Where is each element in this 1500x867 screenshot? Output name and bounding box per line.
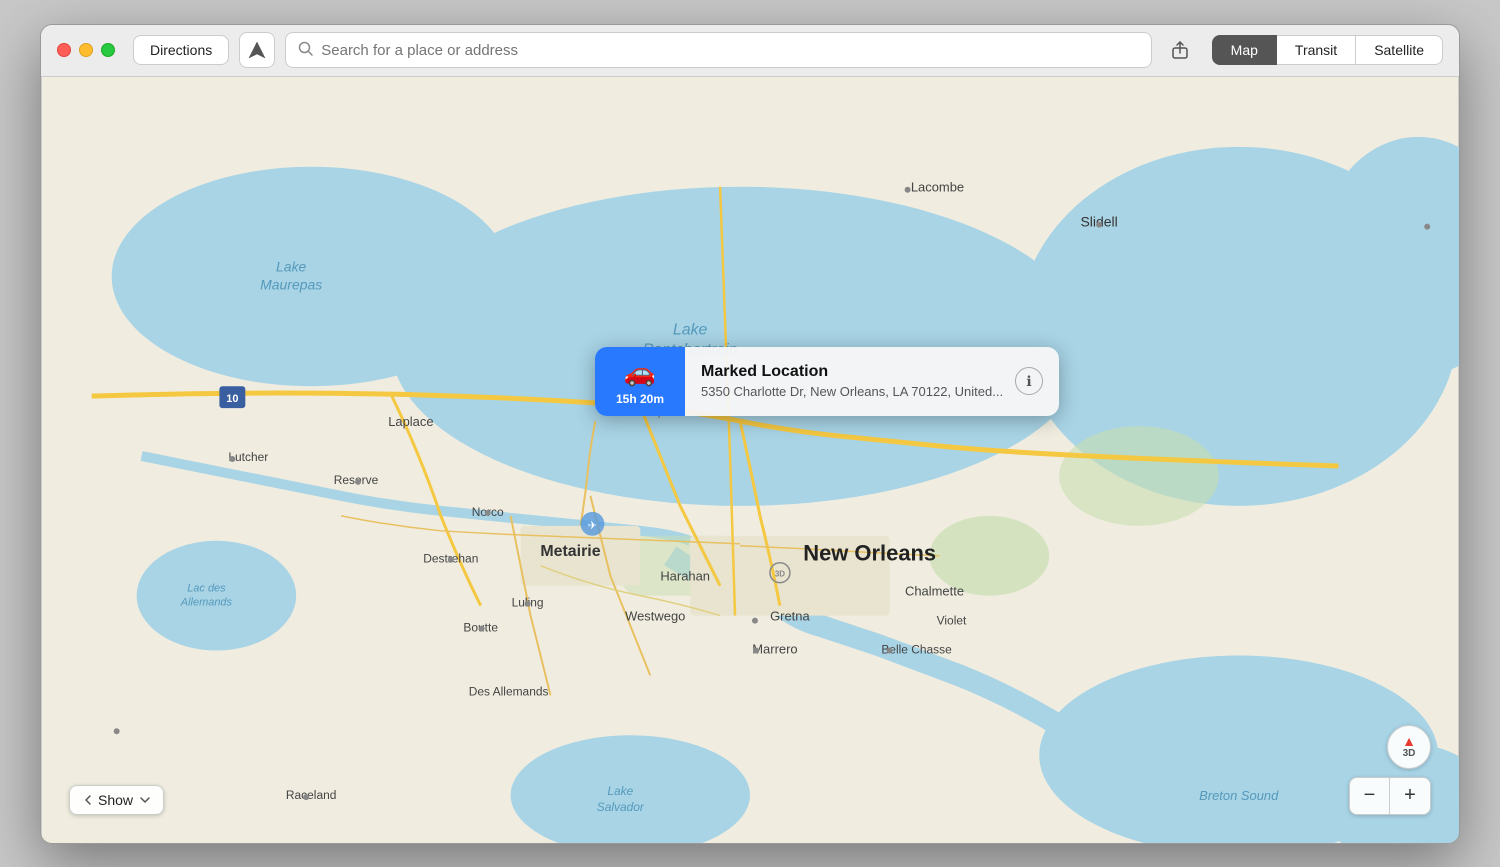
location-arrow-icon (248, 41, 266, 59)
svg-text:Lake: Lake (673, 321, 708, 338)
3d-label: 3D (1403, 749, 1416, 759)
search-input[interactable] (321, 42, 1138, 59)
current-location-button[interactable] (239, 32, 275, 68)
show-dropdown-container: Show (69, 785, 164, 815)
zoom-controls: − + (1349, 777, 1431, 815)
titlebar: Directions Map Transit (41, 25, 1459, 77)
svg-text:Gretna: Gretna (770, 608, 810, 623)
svg-text:Lake: Lake (607, 784, 633, 798)
map-view-tabs: Map Transit Satellite (1212, 35, 1443, 65)
svg-text:✈: ✈ (588, 519, 597, 531)
show-label: Show (98, 792, 133, 808)
map-controls: ▲ 3D − + (1349, 725, 1431, 815)
maximize-button[interactable] (101, 43, 115, 57)
popup-duration-card: 🚗 15h 20m (595, 347, 685, 416)
show-dropdown-button[interactable]: Show (69, 785, 164, 815)
svg-text:10: 10 (226, 393, 238, 405)
location-popup: 🚗 15h 20m Marked Location 5350 Charlotte… (595, 347, 1059, 416)
svg-text:Metairie: Metairie (540, 542, 600, 559)
svg-text:Allemands: Allemands (180, 596, 233, 608)
traffic-lights (57, 43, 115, 57)
3d-compass-button[interactable]: ▲ 3D (1387, 725, 1431, 769)
svg-text:Laplace: Laplace (388, 414, 433, 429)
popup-details: Marked Location 5350 Charlotte Dr, New O… (701, 363, 1003, 399)
popup-address: 5350 Charlotte Dr, New Orleans, LA 70122… (701, 384, 1003, 399)
svg-text:Lacombe: Lacombe (911, 179, 964, 194)
svg-text:Lake: Lake (276, 258, 306, 274)
tab-map[interactable]: Map (1212, 35, 1277, 65)
map-container[interactable]: 10 ✈ 3D New Orleans Metairie Harahan Wes… (41, 77, 1459, 843)
close-button[interactable] (57, 43, 71, 57)
popup-info-button[interactable]: ℹ (1015, 367, 1043, 395)
show-chevron-down-icon (139, 796, 151, 804)
zoom-in-button[interactable]: + (1390, 778, 1430, 814)
car-icon: 🚗 (624, 357, 656, 388)
svg-text:Harahan: Harahan (660, 568, 710, 583)
tab-satellite[interactable]: Satellite (1356, 35, 1443, 65)
tab-transit[interactable]: Transit (1277, 35, 1356, 65)
svg-text:Salvador: Salvador (597, 800, 645, 814)
svg-text:New Orleans: New Orleans (803, 540, 936, 565)
popup-title: Marked Location (701, 363, 1003, 381)
svg-text:Maurepas: Maurepas (260, 276, 322, 292)
svg-text:Chalmette: Chalmette (905, 583, 964, 598)
popup-info-card: Marked Location 5350 Charlotte Dr, New O… (685, 347, 1059, 416)
share-icon (1170, 40, 1190, 60)
svg-text:Breton Sound: Breton Sound (1199, 788, 1279, 803)
popup-duration: 15h 20m (616, 392, 664, 406)
compass-north-arrow: ▲ (1402, 734, 1416, 748)
search-icon (298, 41, 313, 60)
map-background: 10 ✈ 3D New Orleans Metairie Harahan Wes… (41, 77, 1459, 843)
svg-text:Violet: Violet (937, 613, 967, 627)
svg-text:Raceland: Raceland (286, 788, 337, 802)
svg-text:Lac des: Lac des (187, 582, 226, 594)
svg-text:3D: 3D (775, 569, 785, 578)
directions-button[interactable]: Directions (133, 35, 229, 65)
show-chevron-left-icon (84, 794, 92, 806)
zoom-out-button[interactable]: − (1350, 778, 1390, 814)
svg-text:Marrero: Marrero (752, 641, 797, 656)
maps-window: Directions Map Transit (40, 24, 1460, 844)
svg-text:Westwego: Westwego (625, 608, 685, 623)
svg-text:Des Allemands: Des Allemands (469, 684, 549, 698)
minimize-button[interactable] (79, 43, 93, 57)
search-bar (285, 32, 1151, 68)
share-button[interactable] (1162, 32, 1198, 68)
